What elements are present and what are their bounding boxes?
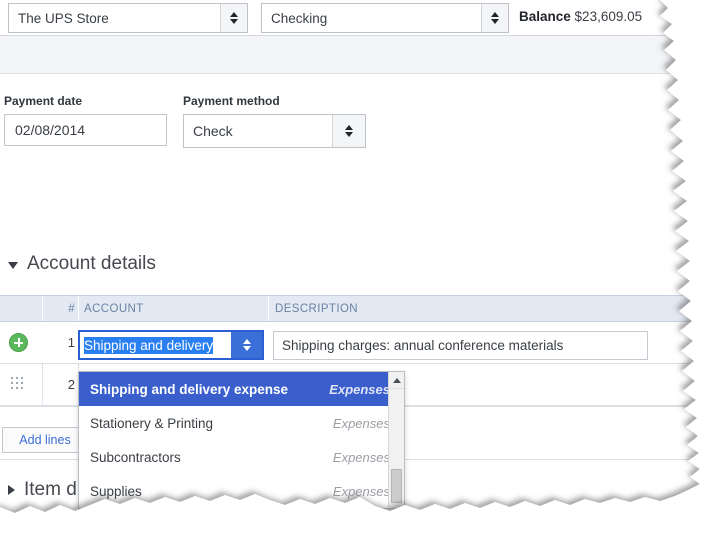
- scroll-up-arrow-icon[interactable]: [389, 372, 404, 389]
- balance-display: Balance $23,609.05: [519, 9, 642, 24]
- payment-date-label: Payment date: [4, 94, 83, 108]
- bank-account-select-value: Checking: [271, 10, 328, 26]
- drag-handle-icon[interactable]: [11, 377, 24, 390]
- dropdown-option-label: Stationery & Printing: [90, 415, 214, 431]
- payment-method-select[interactable]: Check: [183, 114, 366, 148]
- item-details-section-header[interactable]: Item d: [8, 479, 77, 501]
- account-combobox-value: Shipping and delivery: [84, 336, 214, 354]
- spinner-updown-icon: [242, 339, 251, 351]
- account-details-title: Account details: [27, 253, 156, 274]
- description-input[interactable]: Shipping charges: annual conference mate…: [273, 331, 648, 360]
- vendor-select-value: The UPS Store: [18, 10, 109, 26]
- payment-method-select-button[interactable]: [332, 115, 365, 147]
- vendor-select-button[interactable]: [220, 4, 247, 32]
- row-number: 1: [67, 335, 75, 350]
- dropdown-option[interactable]: Shipping and delivery expense Expenses: [79, 372, 404, 406]
- account-combobox-button[interactable]: [231, 332, 262, 358]
- bank-account-select[interactable]: Checking: [261, 3, 509, 33]
- caret-down-icon: [8, 262, 18, 269]
- account-details-section-header[interactable]: Account details: [8, 253, 156, 275]
- account-table-header: # ACCOUNT DESCRIPTION: [0, 295, 704, 322]
- dropdown-option-type: Expenses: [332, 449, 390, 465]
- spinner-updown-icon: [230, 12, 238, 24]
- vendor-select[interactable]: The UPS Store: [8, 3, 248, 33]
- dropdown-option-type: Expenses: [332, 415, 390, 431]
- dropdown-option-label: Shipping and delivery expense: [90, 381, 289, 397]
- payment-date-input[interactable]: 02/08/2014: [4, 114, 167, 146]
- account-dropdown-menu[interactable]: Shipping and delivery expense Expenses S…: [78, 371, 405, 509]
- balance-label: Balance: [519, 9, 571, 24]
- caret-right-icon: [8, 485, 15, 495]
- row-number: 2: [67, 377, 75, 392]
- dropdown-option[interactable]: Subcontractors Expenses: [79, 440, 404, 474]
- dropdown-option-label: Supplies: [90, 483, 142, 499]
- column-header-description: DESCRIPTION: [275, 302, 358, 315]
- dropdown-scrollbar[interactable]: [388, 372, 404, 508]
- dropdown-option[interactable]: Stationery & Printing Expenses: [79, 406, 404, 440]
- spinner-updown-icon: [345, 125, 353, 137]
- account-combobox-text: Shipping and delivery: [80, 332, 231, 358]
- balance-amount: $23,609.05: [574, 9, 643, 24]
- item-details-title: Item d: [24, 479, 77, 500]
- payment-form-page: The UPS Store Checking Balance $23,609.0…: [0, 0, 704, 540]
- account-combobox[interactable]: Shipping and delivery: [78, 330, 264, 360]
- spinner-updown-icon: [491, 12, 499, 24]
- column-header-num: #: [68, 302, 75, 315]
- account-dropdown-list: Shipping and delivery expense Expenses S…: [79, 372, 404, 508]
- payment-method-value: Check: [193, 123, 233, 139]
- column-header-account: ACCOUNT: [84, 302, 144, 315]
- bank-account-select-button[interactable]: [481, 4, 508, 32]
- dropdown-option-type: Expenses: [332, 483, 390, 499]
- add-row-icon[interactable]: [9, 333, 28, 352]
- add-lines-button[interactable]: Add lines: [2, 427, 88, 453]
- dropdown-option-label: Subcontractors: [90, 449, 181, 465]
- dropdown-option[interactable]: Supplies Expenses: [79, 474, 404, 508]
- dropdown-scrollbar-thumb[interactable]: [391, 469, 402, 503]
- header-gray-band: [0, 36, 704, 74]
- payment-method-label: Payment method: [183, 94, 280, 108]
- dropdown-option-type: Expenses: [329, 381, 390, 397]
